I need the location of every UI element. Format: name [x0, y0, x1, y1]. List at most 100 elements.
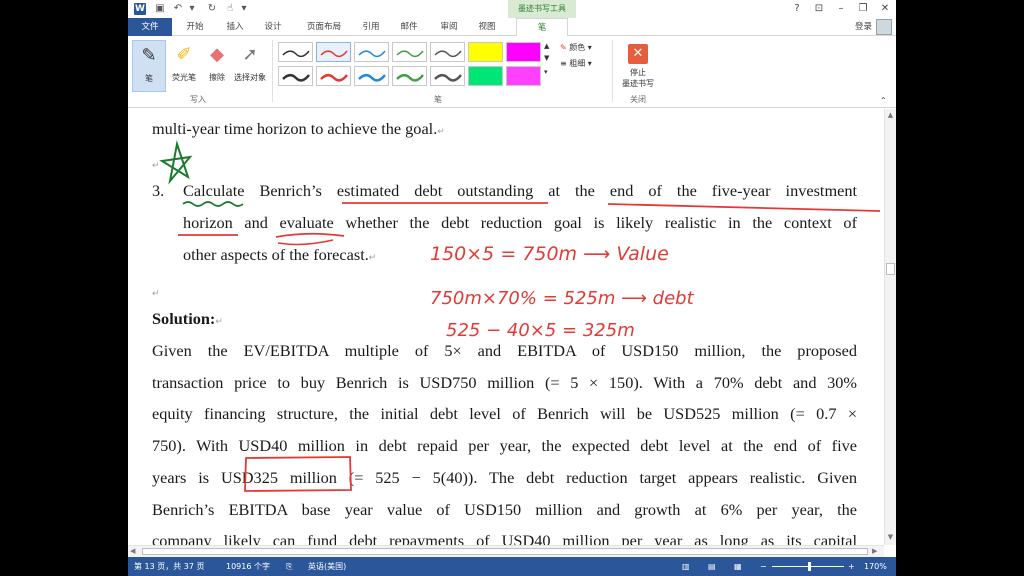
group-divider	[612, 40, 613, 102]
tab-home[interactable]: 开始	[180, 18, 210, 36]
zoom-level[interactable]: 170%	[864, 557, 887, 576]
solution-line-5: years is USD325 million (= 525 − 5(40)).…	[152, 468, 857, 487]
stop-inking-label-1: 停止	[630, 68, 646, 77]
pointer-icon: ➚	[242, 44, 258, 65]
pen-color-dropdown[interactable]: ✎ 颜色 ▾	[560, 42, 592, 53]
solution-line-2: transaction price to buy Benrich is USD7…	[152, 373, 857, 392]
redo-icon[interactable]: ↻	[206, 3, 218, 15]
paragraph-mark-icon: ↵	[152, 288, 160, 298]
sign-in-link[interactable]: 登录	[855, 18, 872, 36]
gallery-expand-icon[interactable]: ▾	[544, 68, 548, 76]
tab-insert[interactable]: 插入	[220, 18, 250, 36]
scroll-right-icon[interactable]: ▶	[872, 547, 877, 555]
tab-mailings[interactable]: 邮件	[394, 18, 424, 36]
text-line-top-content: multi-year time horizon to achieve the g…	[152, 119, 438, 138]
zoom-in-icon[interactable]: +	[848, 557, 855, 576]
question-line-3-content: other aspects of the forecast.	[183, 245, 369, 264]
highlighter-style-green[interactable]	[468, 66, 503, 86]
zoom-slider-thumb[interactable]	[808, 562, 811, 571]
paragraph-mark-icon: ↵	[215, 316, 223, 326]
scroll-down-icon[interactable]: ▼	[886, 533, 895, 542]
save-icon[interactable]: ▣	[154, 3, 166, 15]
tab-file[interactable]: 文件	[128, 18, 172, 36]
pen-thickness-dropdown[interactable]: ≡ 粗细 ▾	[560, 58, 592, 69]
ribbon-tabs: 文件 开始 插入 设计 页面布局 引用 邮件 审阅 视图 笔 登录	[128, 18, 896, 37]
help-button[interactable]: ?	[790, 2, 804, 16]
handwritten-note-1: 150×5 = 750m ⟶ Value	[430, 243, 669, 265]
minimize-button[interactable]: –	[834, 2, 848, 16]
highlighter-icon: ✐	[176, 44, 192, 65]
pen-thickness-label: 粗细	[569, 59, 586, 68]
vertical-scrollbar[interactable]: ▲ ▼	[884, 109, 896, 545]
customize-toolbar-icon[interactable]: ▾	[238, 3, 250, 15]
ribbon-display-options-icon[interactable]: ⊡	[812, 2, 826, 16]
ink-tools-context-tab: 墨迹书写工具	[508, 0, 576, 18]
pen-style-blue[interactable]	[354, 42, 389, 62]
pen-style-gray-thick[interactable]	[430, 66, 465, 86]
status-bar: 第 13 页，共 37 页 10916 个字 ⎘ 英语(美国) ▥ ▤ ▦ − …	[128, 557, 896, 576]
close-button[interactable]: ✕	[878, 2, 892, 16]
gallery-scroll-up-icon[interactable]: ▲	[544, 42, 549, 50]
zoom-out-icon[interactable]: −	[760, 557, 767, 576]
tab-review[interactable]: 审阅	[434, 18, 464, 36]
word-app-icon[interactable]: W	[134, 3, 146, 15]
highlighter-button[interactable]: ✐ 荧光笔	[166, 40, 202, 92]
language-indicator[interactable]: 英语(美国)	[308, 557, 346, 576]
tab-design[interactable]: 设计	[258, 18, 288, 36]
group-label-write: 写入	[190, 95, 206, 104]
gallery-scroll-down-icon[interactable]: ▼	[544, 54, 549, 62]
restore-button[interactable]: ❐	[856, 2, 870, 16]
select-objects-button[interactable]: ➚ 选择对象	[232, 40, 268, 92]
pen-style-blue-thick[interactable]	[354, 66, 389, 86]
eraser-icon: ◆	[210, 44, 224, 65]
pen-style-black[interactable]	[278, 42, 313, 62]
avatar[interactable]	[876, 19, 892, 35]
pen-style-gray[interactable]	[430, 42, 465, 62]
tab-view[interactable]: 视图	[472, 18, 502, 36]
pen-label: 笔	[145, 74, 153, 83]
solution-line-3: equity financing structure, the initial …	[152, 404, 857, 423]
solution-line-6: Benrich’s EBITDA base year value of USD1…	[152, 500, 857, 519]
touch-mode-icon[interactable]: ☝	[224, 3, 236, 15]
tab-references[interactable]: 引用	[356, 18, 386, 36]
paragraph-mark-icon: ↵	[368, 252, 377, 262]
question-number: 3.	[152, 181, 165, 200]
stop-inking-button[interactable]: ✕ 停止 墨迹书写	[618, 40, 658, 92]
pen-button[interactable]: ✎ 笔	[132, 40, 166, 92]
highlighter-style-magenta[interactable]	[506, 42, 541, 62]
collapse-ribbon-icon[interactable]: ⌃	[880, 96, 887, 105]
pen-color-label: 颜色	[569, 43, 586, 52]
scroll-up-icon[interactable]: ▲	[886, 111, 895, 120]
group-divider	[272, 40, 273, 102]
print-layout-icon[interactable]: ▤	[708, 557, 716, 576]
eraser-button[interactable]: ◆ 擦除	[202, 40, 232, 92]
document-page[interactable]: multi-year time horizon to achieve the g…	[128, 109, 884, 545]
web-layout-icon[interactable]: ▦	[734, 557, 742, 576]
scroll-left-icon[interactable]: ◀	[130, 547, 135, 555]
pen-style-green[interactable]	[392, 42, 427, 62]
highlighter-style-pink[interactable]	[506, 66, 541, 86]
undo-dropdown-icon[interactable]: ▾	[186, 3, 198, 15]
read-mode-icon[interactable]: ▥	[682, 557, 690, 576]
paragraph-mark-icon: ↵	[437, 126, 445, 136]
pen-style-red-thick[interactable]	[316, 66, 351, 86]
scroll-thumb[interactable]	[142, 548, 868, 555]
proofing-icon[interactable]: ⎘	[286, 557, 292, 576]
highlighter-style-yellow[interactable]	[468, 42, 503, 62]
tab-page-layout[interactable]: 页面布局	[300, 18, 348, 36]
horizontal-scrollbar[interactable]: ◀ ▶	[128, 545, 884, 557]
question-line-1: Calculate Benrich’s estimated debt outst…	[183, 181, 857, 200]
page-indicator[interactable]: 第 13 页，共 37 页	[134, 557, 205, 576]
scroll-thumb[interactable]	[886, 263, 895, 275]
solution-line-7: company likely can fund debt repayments …	[152, 531, 857, 545]
question-line-3: other aspects of the forecast.↵	[183, 245, 376, 267]
pen-style-black-thick[interactable]	[278, 66, 313, 86]
solution-line-1: Given the EV/EBITDA multiple of 5× and E…	[152, 341, 857, 360]
title-bar: W ▣ ↶ ▾ ↻ ☝ ▾ 墨迹书写工具 ? ⊡ – ❐ ✕	[128, 0, 896, 18]
undo-icon[interactable]: ↶	[172, 3, 184, 15]
tab-pen[interactable]: 笔	[516, 18, 568, 37]
pen-style-red[interactable]	[316, 42, 351, 62]
pen-style-green-thick[interactable]	[392, 66, 427, 86]
word-count[interactable]: 10916 个字	[226, 557, 270, 576]
wavy-underline-mark	[182, 201, 244, 207]
